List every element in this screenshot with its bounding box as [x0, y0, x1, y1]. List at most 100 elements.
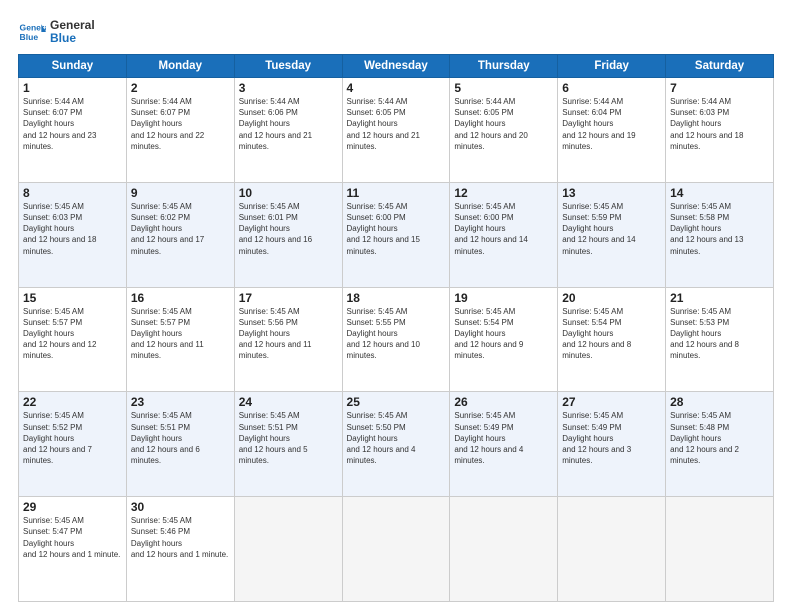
- day-number: 23: [131, 395, 230, 409]
- day-info: Sunrise: 5:44 AMSunset: 6:03 PMDaylight …: [670, 96, 769, 152]
- day-cell-12: 12 Sunrise: 5:45 AMSunset: 6:00 PMDaylig…: [450, 182, 558, 287]
- calendar-table: Sunday Monday Tuesday Wednesday Thursday…: [18, 54, 774, 602]
- day-cell-21: 21 Sunrise: 5:45 AMSunset: 5:53 PMDaylig…: [666, 287, 774, 392]
- day-number: 2: [131, 81, 230, 95]
- day-info: Sunrise: 5:45 AMSunset: 5:52 PMDaylight …: [23, 410, 122, 466]
- logo-blue: Blue: [50, 32, 95, 45]
- day-number: 18: [347, 291, 446, 305]
- day-number: 16: [131, 291, 230, 305]
- empty-cell: [342, 497, 450, 602]
- day-info: Sunrise: 5:45 AMSunset: 5:49 PMDaylight …: [454, 410, 553, 466]
- day-cell-18: 18 Sunrise: 5:45 AMSunset: 5:55 PMDaylig…: [342, 287, 450, 392]
- day-info: Sunrise: 5:45 AMSunset: 6:00 PMDaylight …: [347, 201, 446, 257]
- day-info: Sunrise: 5:45 AMSunset: 5:48 PMDaylight …: [670, 410, 769, 466]
- day-cell-13: 13 Sunrise: 5:45 AMSunset: 5:59 PMDaylig…: [558, 182, 666, 287]
- day-cell-7: 7 Sunrise: 5:44 AMSunset: 6:03 PMDayligh…: [666, 78, 774, 183]
- col-saturday: Saturday: [666, 55, 774, 78]
- day-number: 12: [454, 186, 553, 200]
- day-info: Sunrise: 5:44 AMSunset: 6:05 PMDaylight …: [347, 96, 446, 152]
- day-cell-29: 29 Sunrise: 5:45 AMSunset: 5:47 PMDaylig…: [19, 497, 127, 602]
- day-number: 20: [562, 291, 661, 305]
- day-info: Sunrise: 5:45 AMSunset: 6:00 PMDaylight …: [454, 201, 553, 257]
- day-info: Sunrise: 5:45 AMSunset: 5:54 PMDaylight …: [562, 306, 661, 362]
- day-cell-9: 9 Sunrise: 5:45 AMSunset: 6:02 PMDayligh…: [126, 182, 234, 287]
- day-cell-2: 2 Sunrise: 5:44 AMSunset: 6:07 PMDayligh…: [126, 78, 234, 183]
- day-cell-30: 30 Sunrise: 5:45 AMSunset: 5:46 PMDaylig…: [126, 497, 234, 602]
- day-info: Sunrise: 5:44 AMSunset: 6:05 PMDaylight …: [454, 96, 553, 152]
- day-cell-25: 25 Sunrise: 5:45 AMSunset: 5:50 PMDaylig…: [342, 392, 450, 497]
- day-cell-16: 16 Sunrise: 5:45 AMSunset: 5:57 PMDaylig…: [126, 287, 234, 392]
- day-number: 27: [562, 395, 661, 409]
- empty-cell: [666, 497, 774, 602]
- day-number: 8: [23, 186, 122, 200]
- day-number: 3: [239, 81, 338, 95]
- day-cell-8: 8 Sunrise: 5:45 AMSunset: 6:03 PMDayligh…: [19, 182, 127, 287]
- week-row-4: 22 Sunrise: 5:45 AMSunset: 5:52 PMDaylig…: [19, 392, 774, 497]
- day-info: Sunrise: 5:45 AMSunset: 5:57 PMDaylight …: [23, 306, 122, 362]
- day-info: Sunrise: 5:45 AMSunset: 5:53 PMDaylight …: [670, 306, 769, 362]
- day-cell-20: 20 Sunrise: 5:45 AMSunset: 5:54 PMDaylig…: [558, 287, 666, 392]
- week-row-2: 8 Sunrise: 5:45 AMSunset: 6:03 PMDayligh…: [19, 182, 774, 287]
- svg-text:Blue: Blue: [20, 32, 39, 42]
- day-number: 29: [23, 500, 122, 514]
- col-sunday: Sunday: [19, 55, 127, 78]
- day-cell-22: 22 Sunrise: 5:45 AMSunset: 5:52 PMDaylig…: [19, 392, 127, 497]
- day-number: 1: [23, 81, 122, 95]
- day-info: Sunrise: 5:45 AMSunset: 5:46 PMDaylight …: [131, 515, 230, 560]
- day-number: 19: [454, 291, 553, 305]
- empty-cell: [558, 497, 666, 602]
- day-cell-5: 5 Sunrise: 5:44 AMSunset: 6:05 PMDayligh…: [450, 78, 558, 183]
- day-info: Sunrise: 5:45 AMSunset: 5:56 PMDaylight …: [239, 306, 338, 362]
- day-info: Sunrise: 5:44 AMSunset: 6:07 PMDaylight …: [23, 96, 122, 152]
- day-cell-19: 19 Sunrise: 5:45 AMSunset: 5:54 PMDaylig…: [450, 287, 558, 392]
- col-thursday: Thursday: [450, 55, 558, 78]
- day-info: Sunrise: 5:45 AMSunset: 5:50 PMDaylight …: [347, 410, 446, 466]
- page: General Blue General Blue Sunday Monday …: [0, 0, 792, 612]
- header-row: Sunday Monday Tuesday Wednesday Thursday…: [19, 55, 774, 78]
- day-cell-28: 28 Sunrise: 5:45 AMSunset: 5:48 PMDaylig…: [666, 392, 774, 497]
- day-info: Sunrise: 5:45 AMSunset: 5:51 PMDaylight …: [239, 410, 338, 466]
- day-number: 28: [670, 395, 769, 409]
- empty-cell: [234, 497, 342, 602]
- day-cell-17: 17 Sunrise: 5:45 AMSunset: 5:56 PMDaylig…: [234, 287, 342, 392]
- day-number: 21: [670, 291, 769, 305]
- day-number: 25: [347, 395, 446, 409]
- day-cell-14: 14 Sunrise: 5:45 AMSunset: 5:58 PMDaylig…: [666, 182, 774, 287]
- day-info: Sunrise: 5:44 AMSunset: 6:07 PMDaylight …: [131, 96, 230, 152]
- day-cell-24: 24 Sunrise: 5:45 AMSunset: 5:51 PMDaylig…: [234, 392, 342, 497]
- day-number: 11: [347, 186, 446, 200]
- day-info: Sunrise: 5:45 AMSunset: 5:51 PMDaylight …: [131, 410, 230, 466]
- day-number: 24: [239, 395, 338, 409]
- col-friday: Friday: [558, 55, 666, 78]
- header: General Blue General Blue: [18, 18, 774, 46]
- day-info: Sunrise: 5:45 AMSunset: 5:47 PMDaylight …: [23, 515, 122, 560]
- day-info: Sunrise: 5:45 AMSunset: 6:01 PMDaylight …: [239, 201, 338, 257]
- logo: General Blue General Blue: [18, 18, 95, 46]
- day-number: 5: [454, 81, 553, 95]
- day-cell-10: 10 Sunrise: 5:45 AMSunset: 6:01 PMDaylig…: [234, 182, 342, 287]
- day-cell-26: 26 Sunrise: 5:45 AMSunset: 5:49 PMDaylig…: [450, 392, 558, 497]
- day-cell-27: 27 Sunrise: 5:45 AMSunset: 5:49 PMDaylig…: [558, 392, 666, 497]
- day-number: 22: [23, 395, 122, 409]
- col-wednesday: Wednesday: [342, 55, 450, 78]
- day-cell-11: 11 Sunrise: 5:45 AMSunset: 6:00 PMDaylig…: [342, 182, 450, 287]
- day-number: 14: [670, 186, 769, 200]
- day-info: Sunrise: 5:45 AMSunset: 5:55 PMDaylight …: [347, 306, 446, 362]
- day-info: Sunrise: 5:45 AMSunset: 6:02 PMDaylight …: [131, 201, 230, 257]
- day-number: 6: [562, 81, 661, 95]
- day-info: Sunrise: 5:45 AMSunset: 5:57 PMDaylight …: [131, 306, 230, 362]
- day-info: Sunrise: 5:45 AMSunset: 5:58 PMDaylight …: [670, 201, 769, 257]
- day-number: 10: [239, 186, 338, 200]
- day-cell-3: 3 Sunrise: 5:44 AMSunset: 6:06 PMDayligh…: [234, 78, 342, 183]
- col-tuesday: Tuesday: [234, 55, 342, 78]
- day-info: Sunrise: 5:44 AMSunset: 6:04 PMDaylight …: [562, 96, 661, 152]
- week-row-3: 15 Sunrise: 5:45 AMSunset: 5:57 PMDaylig…: [19, 287, 774, 392]
- week-row-1: 1 Sunrise: 5:44 AMSunset: 6:07 PMDayligh…: [19, 78, 774, 183]
- day-cell-23: 23 Sunrise: 5:45 AMSunset: 5:51 PMDaylig…: [126, 392, 234, 497]
- day-number: 26: [454, 395, 553, 409]
- day-number: 30: [131, 500, 230, 514]
- day-number: 13: [562, 186, 661, 200]
- empty-cell: [450, 497, 558, 602]
- day-number: 17: [239, 291, 338, 305]
- day-info: Sunrise: 5:45 AMSunset: 6:03 PMDaylight …: [23, 201, 122, 257]
